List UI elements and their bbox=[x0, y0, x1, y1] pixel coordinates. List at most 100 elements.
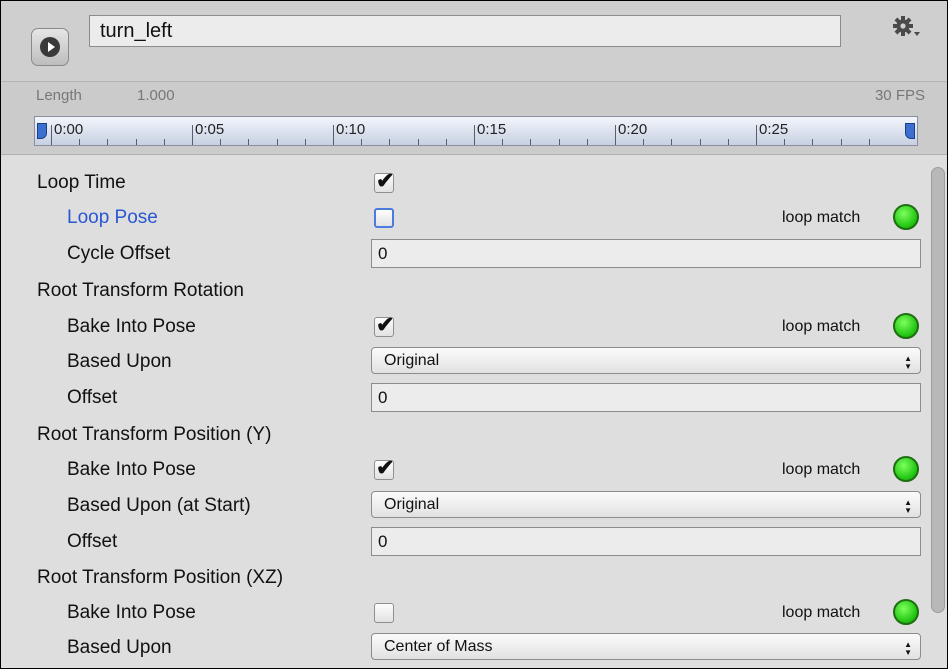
clip-name-field[interactable]: turn_left bbox=[89, 15, 841, 47]
ruler-minor-tick bbox=[220, 139, 222, 145]
rotation-based-upon-dropdown[interactable]: Original ▲ ▼ bbox=[371, 347, 921, 374]
loop-pose-row: Loop Pose loop match bbox=[1, 201, 921, 237]
root-position-xz-header-row: Root Transform Position (XZ) bbox=[1, 561, 921, 597]
play-icon bbox=[40, 37, 60, 57]
ruler-minor-tick bbox=[784, 139, 786, 145]
position-xz-based-upon-row: Based Upon Center of Mass ▲ ▼ bbox=[1, 631, 921, 667]
ruler-major-tick bbox=[51, 125, 52, 145]
timeline: Length 1.000 30 FPS 0:00 0:05 0:10 0:15 0:20… bbox=[1, 82, 947, 155]
ruler-tick-label: 0:25 bbox=[759, 121, 789, 138]
loop-match-label: loop match bbox=[782, 604, 861, 621]
cycle-offset-field[interactable]: 0 bbox=[371, 239, 921, 268]
rotation-bake-label: Bake Into Pose bbox=[67, 316, 196, 337]
ruler-minor-tick bbox=[79, 139, 81, 145]
root-rotation-header-row: Root Transform Rotation bbox=[1, 274, 921, 310]
ruler-tick-label: 0:15 bbox=[477, 121, 507, 138]
ruler-major-tick bbox=[474, 125, 475, 145]
ruler-minor-tick bbox=[643, 139, 645, 145]
start-marker-icon[interactable] bbox=[37, 123, 47, 139]
clip-header: turn_left bbox=[1, 1, 947, 82]
position-y-bake-label: Bake Into Pose bbox=[67, 459, 196, 480]
loop-match-indicator-icon bbox=[893, 599, 919, 625]
position-y-based-upon-label: Based Upon (at Start) bbox=[67, 495, 251, 516]
animation-clip-inspector: turn_left Length 1.000 30 FPS 0:00 0:05 … bbox=[0, 0, 948, 669]
ruler-minor-tick bbox=[389, 139, 391, 145]
cycle-offset-label: Cycle Offset bbox=[67, 243, 171, 264]
ruler-minor-tick bbox=[840, 139, 842, 145]
loop-match-indicator-icon bbox=[893, 313, 919, 339]
updown-arrows-icon: ▲ ▼ bbox=[904, 498, 912, 515]
loop-match-label: loop match bbox=[782, 461, 861, 478]
position-y-bake-checkbox[interactable]: ✔ bbox=[374, 455, 394, 480]
ruler-minor-tick bbox=[558, 139, 560, 145]
rotation-bake-checkbox[interactable]: ✔ bbox=[374, 312, 394, 337]
ruler-minor-tick bbox=[276, 139, 278, 145]
root-rotation-header: Root Transform Rotation bbox=[37, 280, 244, 301]
ruler-minor-tick bbox=[445, 139, 447, 145]
position-y-based-upon-dropdown[interactable]: Original ▲ ▼ bbox=[371, 491, 921, 518]
ruler-minor-tick bbox=[135, 139, 137, 145]
rotation-based-upon-row: Based Upon Original ▲ ▼ bbox=[1, 345, 921, 381]
updown-arrows-icon: ▲ ▼ bbox=[904, 354, 912, 371]
ruler-minor-tick bbox=[248, 139, 250, 145]
ruler-minor-tick bbox=[417, 139, 419, 145]
ruler-minor-tick bbox=[868, 139, 870, 145]
ruler-minor-tick bbox=[586, 139, 588, 145]
loop-match-label: loop match bbox=[782, 209, 861, 226]
position-y-offset-field[interactable]: 0 bbox=[371, 527, 921, 556]
updown-arrows-icon: ▲ ▼ bbox=[904, 640, 912, 657]
loop-time-row: Loop Time ✔ bbox=[1, 166, 921, 202]
ruler-minor-tick bbox=[727, 139, 729, 145]
length-value: 1.000 bbox=[137, 87, 175, 104]
ruler-minor-tick bbox=[530, 139, 532, 145]
vertical-scrollbar[interactable] bbox=[931, 167, 945, 613]
position-xz-based-upon-dropdown[interactable]: Center of Mass ▲ ▼ bbox=[371, 633, 921, 660]
ruler-major-tick bbox=[333, 125, 334, 145]
position-y-offset-row: Offset 0 bbox=[1, 525, 921, 561]
end-marker-icon[interactable] bbox=[905, 123, 915, 139]
cycle-offset-row: Cycle Offset 0 bbox=[1, 237, 921, 273]
root-position-y-header: Root Transform Position (Y) bbox=[37, 424, 272, 445]
checkmark-icon: ✔ bbox=[376, 455, 395, 480]
loop-time-label: Loop Time bbox=[37, 172, 126, 193]
ruler-minor-tick bbox=[163, 139, 165, 145]
rotation-based-upon-value: Original bbox=[384, 352, 440, 369]
checkmark-icon: ✔ bbox=[376, 168, 395, 193]
gear-icon[interactable] bbox=[892, 15, 922, 41]
position-xz-bake-checkbox[interactable] bbox=[374, 603, 394, 623]
fps-label: 30 FPS bbox=[874, 87, 925, 104]
position-y-offset-label: Offset bbox=[67, 531, 118, 552]
loop-match-label: loop match bbox=[782, 318, 861, 335]
position-xz-bake-row: Bake Into Pose loop match bbox=[1, 596, 921, 632]
rotation-offset-label: Offset bbox=[67, 387, 118, 408]
loop-pose-label: Loop Pose bbox=[67, 207, 158, 228]
root-position-xz-header: Root Transform Position (XZ) bbox=[37, 567, 284, 588]
ruler-minor-tick bbox=[502, 139, 504, 145]
ruler-minor-tick bbox=[812, 139, 814, 145]
rotation-offset-field[interactable]: 0 bbox=[371, 383, 921, 412]
loop-time-checkbox[interactable]: ✔ bbox=[374, 168, 394, 193]
loop-pose-checkbox[interactable] bbox=[374, 208, 394, 228]
checkmark-icon: ✔ bbox=[376, 312, 395, 337]
ruler-minor-tick bbox=[699, 139, 701, 145]
root-position-y-header-row: Root Transform Position (Y) bbox=[1, 418, 921, 454]
time-ruler[interactable]: 0:00 0:05 0:10 0:15 0:20 0:25 bbox=[34, 116, 918, 146]
loop-match-indicator-icon bbox=[893, 204, 919, 230]
ruler-minor-tick bbox=[304, 139, 306, 145]
play-button[interactable] bbox=[31, 28, 69, 66]
ruler-minor-tick bbox=[671, 139, 673, 145]
position-xz-based-upon-label: Based Upon bbox=[67, 637, 172, 658]
position-y-based-upon-row: Based Upon (at Start) Original ▲ ▼ bbox=[1, 489, 921, 525]
position-y-bake-row: Bake Into Pose ✔ loop match bbox=[1, 453, 921, 489]
loop-match-indicator-icon bbox=[893, 456, 919, 482]
rotation-based-upon-label: Based Upon bbox=[67, 351, 172, 372]
ruler-minor-tick bbox=[107, 139, 109, 145]
position-xz-based-upon-value: Center of Mass bbox=[384, 638, 493, 655]
rotation-offset-row: Offset 0 bbox=[1, 381, 921, 417]
ruler-tick-label: 0:05 bbox=[195, 121, 225, 138]
ruler-tick-label: 0:00 bbox=[54, 121, 84, 138]
length-label: Length bbox=[36, 87, 82, 104]
ruler-tick-label: 0:20 bbox=[618, 121, 648, 138]
ruler-major-tick bbox=[756, 125, 757, 145]
position-y-based-upon-value: Original bbox=[384, 496, 440, 513]
